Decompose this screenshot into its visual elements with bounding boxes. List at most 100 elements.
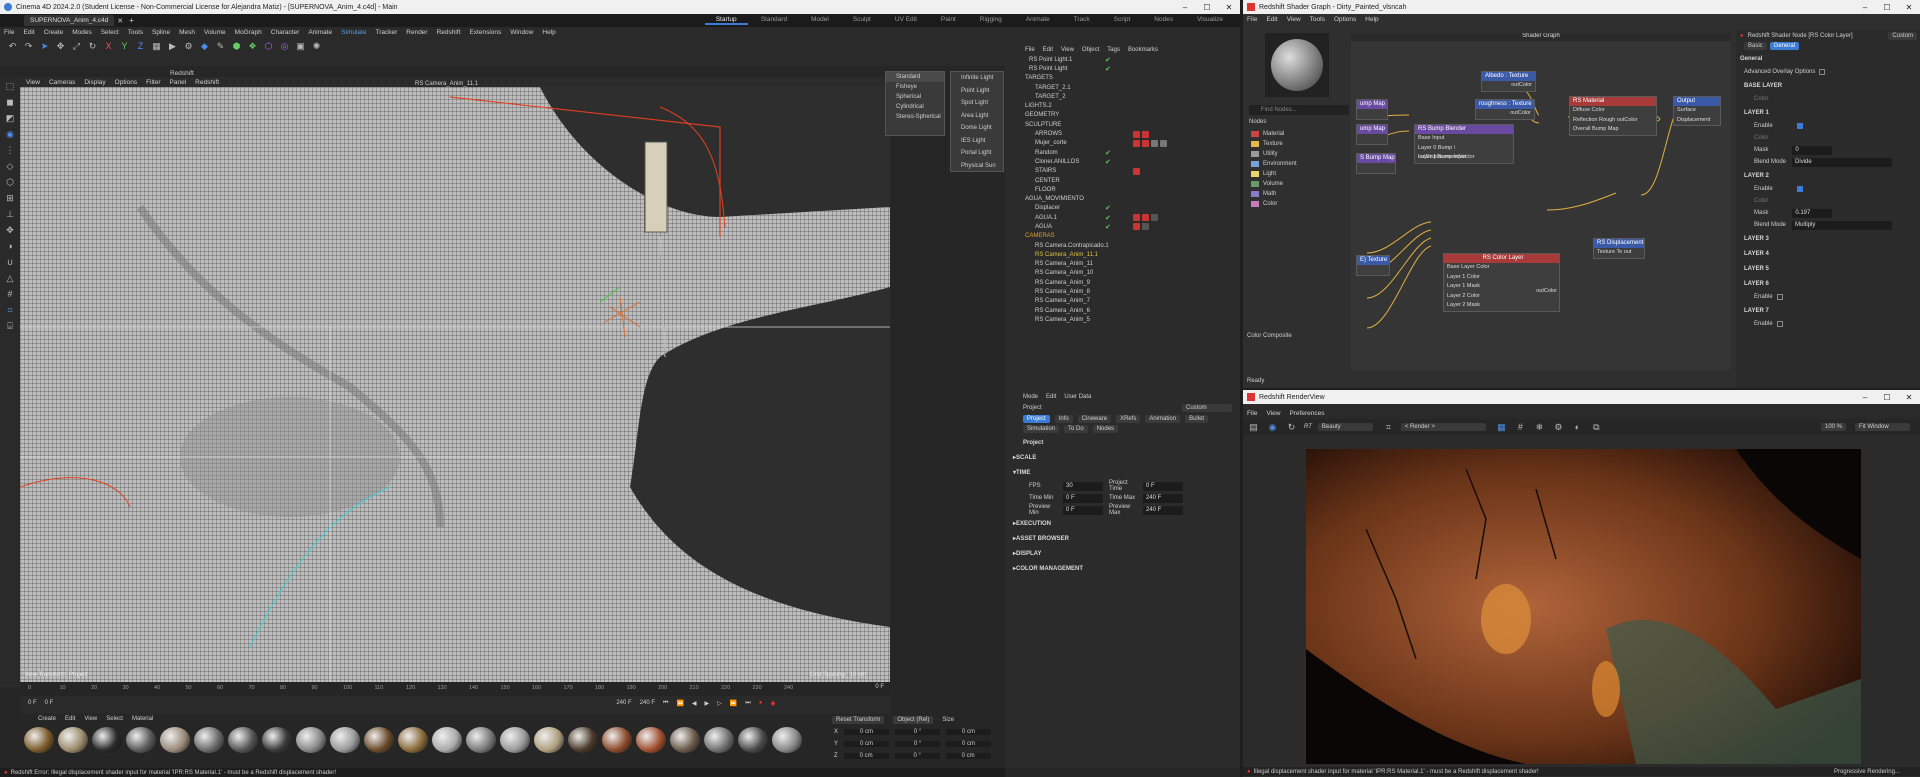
light-type-item[interactable]: Area Light <box>951 110 1003 123</box>
material-swatch[interactable] <box>772 727 802 753</box>
zoom-dropdown[interactable]: 100 % <box>1820 423 1846 431</box>
document-tab[interactable]: SUPERNOVA_Anim_4.c4d <box>24 15 115 26</box>
coord-value[interactable]: 0 cm <box>844 741 890 747</box>
attr-group[interactable]: ▸ ASSET BROWSER <box>1005 531 1240 546</box>
next-key-icon[interactable]: ⏩ <box>730 700 737 707</box>
menu-item[interactable]: Help <box>542 29 555 36</box>
layer-heading[interactable]: LAYER 2 <box>1736 168 1920 183</box>
preset-dropdown[interactable]: Custom <box>1182 403 1232 412</box>
layer-mask-field[interactable]: Mask 0 <box>1736 144 1920 156</box>
bump-blender-node[interactable]: RS Bump Blender Base Input Layer 0 Bump \ … <box>1414 124 1514 164</box>
layer-enable-field[interactable]: Enable <box>1736 291 1920 303</box>
props-preset[interactable]: Custom <box>1888 31 1917 40</box>
rv-minimize-button[interactable]: – <box>1854 393 1876 402</box>
sg-maximize-button[interactable]: ☐ <box>1876 3 1898 12</box>
attr-tab[interactable]: Cineware <box>1077 415 1112 423</box>
tweak-mode-icon[interactable]: ✥ <box>4 224 17 237</box>
object-tag-icon[interactable] <box>1133 214 1140 222</box>
attr-group[interactable]: ▸ SCALE <box>1005 450 1240 465</box>
layer-port-1[interactable]: Layer 1 Color <box>1444 273 1559 283</box>
node-category[interactable]: Light <box>1251 169 1297 179</box>
coord-value[interactable]: 0 cm <box>946 729 992 735</box>
render-region-icon[interactable]: ▦ <box>150 40 163 53</box>
rt-icon[interactable]: RT <box>1304 424 1312 430</box>
material-swatch[interactable] <box>194 727 224 753</box>
menu-item[interactable]: Select <box>101 29 119 36</box>
coord-value[interactable]: 0 ° <box>895 741 941 747</box>
material-swatch[interactable] <box>568 727 598 753</box>
prev-key-icon[interactable]: ⏪ <box>676 700 683 707</box>
record-icon[interactable]: ● <box>759 700 763 706</box>
checkbox-icon[interactable] <box>1776 294 1783 300</box>
edges-mode-icon[interactable]: ◇ <box>4 160 17 173</box>
rv-menu-item[interactable]: File <box>1247 410 1257 417</box>
enabled-check-icon[interactable]: ✔ <box>1105 158 1111 166</box>
magnet-icon[interactable]: ∪ <box>4 256 17 269</box>
bump-port-1[interactable]: Layer 0 Bump \ outDisplacementVector <box>1415 144 1513 161</box>
material-menu-item[interactable]: Select <box>106 716 123 722</box>
compare-icon[interactable]: ⧉ <box>1590 421 1603 434</box>
object-tag-icon[interactable] <box>1142 214 1149 222</box>
next-frame-icon[interactable]: ▷ <box>717 700 722 707</box>
object-tag-icon[interactable] <box>1142 223 1149 231</box>
close-tab-icon[interactable]: ✕ <box>117 17 123 25</box>
object-menu-item[interactable]: Object <box>1082 47 1099 53</box>
object-row[interactable]: RS Camera_Anim_8 <box>1005 287 1240 296</box>
coord-value[interactable]: 0 ° <box>894 753 940 759</box>
roughness-texture-node[interactable]: roughness : Texture outColor <box>1475 99 1535 120</box>
autokey-icon[interactable]: ◉ <box>770 700 775 707</box>
layer-heading[interactable]: LAYER 3 <box>1736 231 1920 246</box>
checkbox-icon[interactable] <box>1796 186 1803 192</box>
coord-value[interactable]: 0 cm <box>843 753 889 759</box>
object-row[interactable]: GEOMETRY <box>1005 111 1240 120</box>
bump-port-0[interactable]: Base Input <box>1415 134 1513 144</box>
axis-y-icon[interactable]: Y <box>118 40 131 53</box>
sg-minimize-button[interactable]: – <box>1854 3 1876 12</box>
layout-tab[interactable]: Script <box>1103 16 1142 25</box>
node-category[interactable]: Environment <box>1251 159 1297 169</box>
blend-mode-field[interactable]: Blend Mode Multiply <box>1736 219 1920 231</box>
prev-frame-icon[interactable]: ◀ <box>692 700 697 707</box>
layer-heading[interactable]: LAYER 1 <box>1736 105 1920 120</box>
rv-close-button[interactable]: ✕ <box>1898 393 1920 402</box>
object-row[interactable]: CENTER <box>1005 176 1240 185</box>
layer-color-field[interactable]: Color <box>1736 195 1920 207</box>
layout-tab[interactable]: Model <box>800 16 840 25</box>
layer-enable-field[interactable]: Enable <box>1736 183 1920 195</box>
viewport-menu-item[interactable]: Redshift <box>195 79 219 86</box>
material-swatch[interactable] <box>432 727 462 753</box>
points-mode-icon[interactable]: ⋮ <box>4 144 17 157</box>
end-frame[interactable]: 0 F <box>875 684 884 690</box>
menu-item[interactable]: Volume <box>204 29 226 36</box>
object-row[interactable]: TARGET_2.1 <box>1005 83 1240 92</box>
snowflake-icon[interactable]: ❄ <box>1533 421 1546 434</box>
object-row[interactable]: RS Camera.Contrapicado.1 <box>1005 241 1240 250</box>
object-row[interactable]: RS Camera_Anim_11.1 <box>1005 250 1240 259</box>
sg-close-button[interactable]: ✕ <box>1898 3 1920 12</box>
current-frame[interactable]: 0 F <box>28 700 37 706</box>
layout-tab[interactable]: UV Edit <box>884 16 928 25</box>
base-color-field[interactable]: Color <box>1736 93 1920 105</box>
axis-x-icon[interactable]: X <box>102 40 115 53</box>
menu-item[interactable]: Window <box>510 29 533 36</box>
layout-tab[interactable]: Animate <box>1015 16 1061 25</box>
attr-tab[interactable]: Nodes <box>1092 425 1119 433</box>
material-swatch[interactable] <box>670 727 700 753</box>
menu-item[interactable]: Mesh <box>179 29 195 36</box>
sg-menu-item[interactable]: View <box>1287 16 1301 23</box>
material-swatch[interactable] <box>296 727 326 753</box>
object-row[interactable]: SCULPTURE <box>1005 120 1240 129</box>
menu-item[interactable]: Character <box>271 29 300 36</box>
menu-item[interactable]: Tracker <box>375 29 397 36</box>
base-layer-heading[interactable]: BASE LAYER <box>1736 78 1920 93</box>
props-tab-general[interactable]: General <box>1769 42 1800 50</box>
advanced-overlay-field[interactable]: Advanced Overlay Options <box>1736 66 1920 78</box>
save-image-icon[interactable]: ▤ <box>1247 421 1260 434</box>
attr-tab[interactable]: XRefs <box>1116 415 1141 423</box>
node-category[interactable]: Color <box>1251 199 1297 209</box>
node-category[interactable]: Texture <box>1251 139 1297 149</box>
attr-tab[interactable]: Info <box>1054 415 1073 423</box>
object-row[interactable]: RS Camera_Anim_9 <box>1005 278 1240 287</box>
camera-type-item[interactable]: Fisheye <box>886 82 944 92</box>
albedo-texture-node[interactable]: Albedo : Texture outColor <box>1481 71 1536 92</box>
